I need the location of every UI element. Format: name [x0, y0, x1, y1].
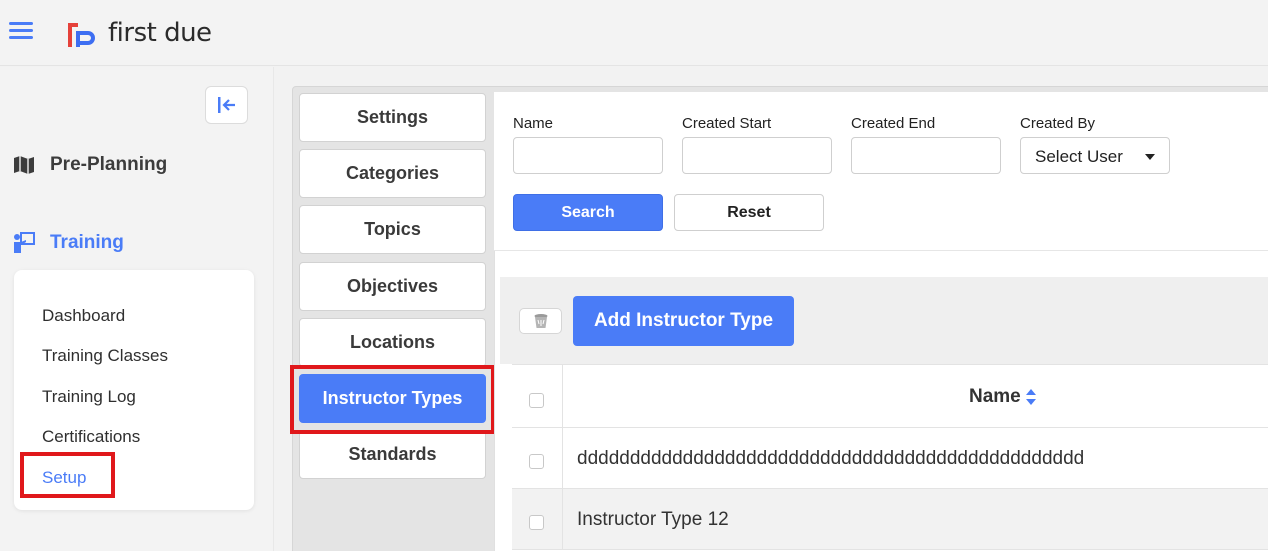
tab-categories[interactable]: Categories — [299, 149, 486, 198]
row-checkbox[interactable] — [529, 515, 544, 530]
sort-icon — [1025, 389, 1036, 405]
table-row[interactable]: dddddddddddddddddddddddddddddddddddddddd… — [512, 428, 1268, 489]
reset-button[interactable]: Reset — [674, 194, 824, 231]
column-divider — [562, 489, 563, 549]
training-icon — [12, 231, 36, 255]
add-instructor-type-button[interactable]: Add Instructor Type — [573, 296, 794, 346]
submenu-item-training-classes[interactable]: Training Classes — [42, 346, 168, 366]
sidebar-item-label: Training — [50, 232, 124, 253]
tab-topics[interactable]: Topics — [299, 205, 486, 254]
sidebar-item-pre-planning[interactable]: Pre-Planning — [12, 153, 167, 177]
name-filter-input[interactable] — [513, 137, 663, 174]
name-header-label: Name — [969, 386, 1021, 407]
tab-objectives[interactable]: Objectives — [299, 262, 486, 311]
created-end-label: Created End — [851, 115, 936, 132]
row-name-cell: dddddddddddddddddddddddddddddddddddddddd… — [577, 448, 1085, 469]
name-filter-label: Name — [513, 115, 554, 132]
created-by-value: Select User — [1035, 147, 1123, 166]
created-start-label: Created Start — [682, 115, 772, 132]
created-by-label: Created By — [1020, 115, 1096, 132]
trash-icon — [534, 314, 547, 328]
submenu-item-training-log[interactable]: Training Log — [42, 387, 136, 407]
column-divider — [562, 428, 563, 488]
chevron-down-icon — [1145, 154, 1155, 160]
brand-name: first due — [108, 18, 212, 48]
select-all-checkbox[interactable] — [529, 393, 544, 408]
training-submenu: Dashboard Training Classes Training Log … — [14, 270, 254, 510]
submenu-item-certifications[interactable]: Certifications — [42, 427, 140, 447]
created-by-select[interactable]: Select User — [1020, 137, 1170, 174]
submenu-item-dashboard[interactable]: Dashboard — [42, 306, 125, 326]
top-bar: first due — [0, 0, 1268, 66]
instructor-types-table: Name ddddddddddddddddddddddddddddddddddd… — [512, 364, 1268, 550]
tab-locations[interactable]: Locations — [299, 318, 486, 367]
table-row[interactable]: Instructor Type 12 — [512, 489, 1268, 550]
collapse-sidebar-button[interactable] — [205, 86, 248, 124]
row-name-cell: Instructor Type 12 — [577, 509, 729, 530]
created-start-input[interactable] — [682, 137, 832, 174]
row-checkbox[interactable] — [529, 454, 544, 469]
setup-highlight-box — [20, 452, 115, 498]
sidebar-item-training[interactable]: Training — [12, 231, 124, 255]
created-end-input[interactable] — [851, 137, 1001, 174]
sidebar-item-label: Pre-Planning — [50, 154, 168, 175]
tab-settings[interactable]: Settings — [299, 93, 486, 142]
map-icon — [12, 153, 36, 177]
column-divider — [562, 365, 563, 427]
name-column-header[interactable]: Name — [969, 386, 1037, 408]
sidebar: Pre-Planning Training Dashboard Training… — [0, 67, 274, 551]
instructor-types-highlight-box — [290, 365, 495, 434]
collapse-left-icon — [217, 97, 235, 113]
table-header-row: Name — [512, 364, 1268, 428]
first-due-logo-icon — [68, 23, 95, 47]
tab-standards[interactable]: Standards — [299, 430, 486, 479]
search-button[interactable]: Search — [513, 194, 663, 231]
menu-icon[interactable] — [9, 22, 33, 42]
delete-button[interactable] — [519, 308, 562, 334]
